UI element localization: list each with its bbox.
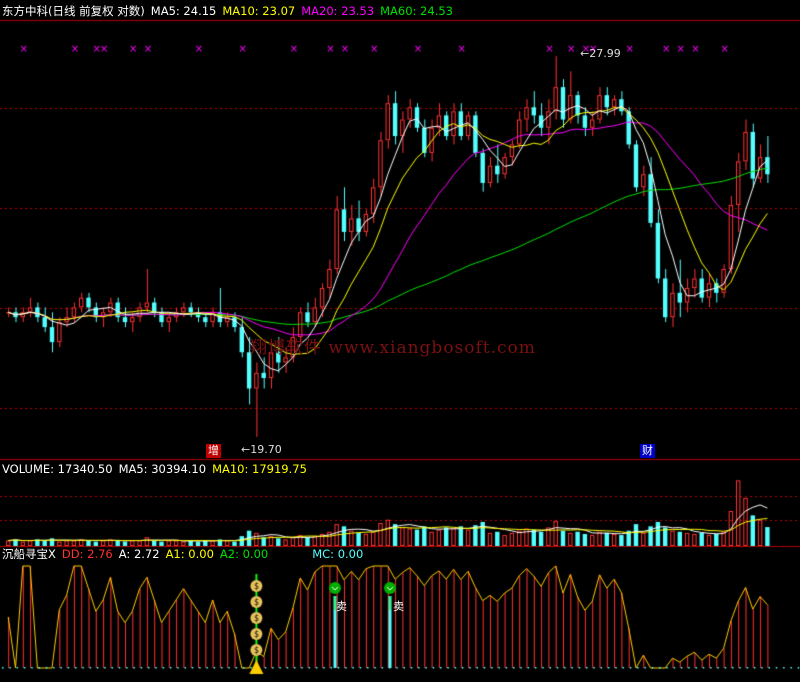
cai-badge[interactable]: 财 xyxy=(640,444,655,458)
high-price-label: 27.99 xyxy=(589,47,621,60)
price-legend: 东方中科(日线 前复权 对数) MA5: 24.15 MA10: 23.07 MA20… xyxy=(2,4,459,18)
zeng-badge[interactable]: 增 xyxy=(206,444,221,458)
volume-ma5-label: MA5: 30394.10 xyxy=(118,462,207,476)
a1-label: A1: 0.00 xyxy=(165,547,214,561)
sell-signal-1: 卖 xyxy=(336,600,347,613)
watermark: 翔博软件 www.xiangbosoft.com xyxy=(250,338,536,358)
stock-title: 东方中科(日线 前复权 对数) xyxy=(2,4,145,18)
sell-signal-2: 卖 xyxy=(393,600,404,613)
volume-legend: VOLUME: 17340.50 MA5: 30394.10 MA10: 17919… xyxy=(2,462,313,476)
low-price-annotation: ←19.70 xyxy=(241,443,282,456)
a-label: A: 2.72 xyxy=(118,547,160,561)
low-price-label: 19.70 xyxy=(250,443,282,456)
volume-ma10-label: MA10: 17919.75 xyxy=(212,462,307,476)
indicator-legend: 沉船寻宝X DD: 2.76 A: 2.72 A1: 0.00 A2: 0.00 MC: … xyxy=(2,547,369,561)
dd-label: DD: 2.76 xyxy=(61,547,113,561)
low-arrow-icon: ← xyxy=(241,443,251,456)
ma10-label: MA10: 23.07 xyxy=(222,4,296,18)
volume-label: VOLUME: 17340.50 xyxy=(2,462,113,476)
high-price-annotation: ←27.99 xyxy=(580,47,621,60)
mc-label: MC: 0.00 xyxy=(312,547,364,561)
ma5-label: MA5: 24.15 xyxy=(150,4,217,18)
a2-label: A2: 0.00 xyxy=(219,547,269,561)
ma20-label: MA20: 23.53 xyxy=(301,4,375,18)
high-arrow-icon: ← xyxy=(580,47,590,60)
indicator-name: 沉船寻宝X xyxy=(2,547,56,561)
ma60-label: MA60: 24.53 xyxy=(380,4,453,18)
